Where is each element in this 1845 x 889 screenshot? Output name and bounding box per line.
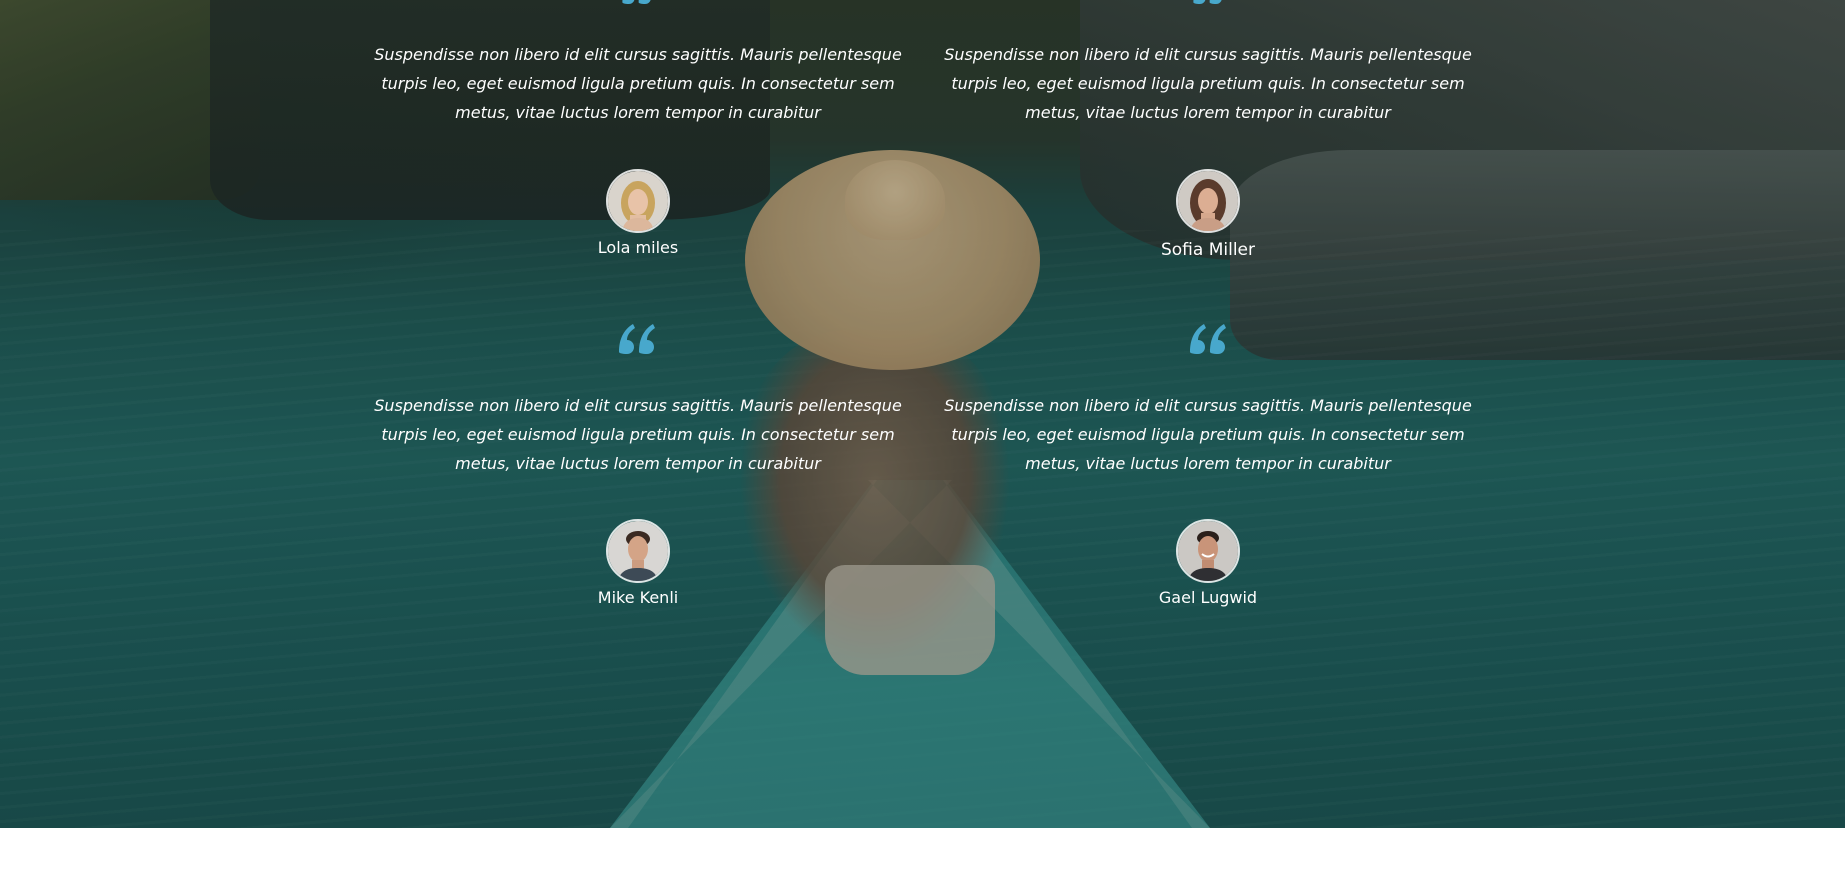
testimonials-section: Suspendisse non libero id elit cursus sa… — [0, 0, 1845, 828]
testimonial-card: Suspendisse non libero id elit cursus sa… — [938, 391, 1478, 611]
avatar — [606, 169, 670, 233]
quote-icon — [1193, 0, 1222, 4]
testimonial-text: Suspendisse non libero id elit cursus sa… — [944, 45, 1472, 122]
testimonial-card: Suspendisse non libero id elit cursus sa… — [368, 40, 908, 260]
testimonial-card: Suspendisse non libero id elit cursus sa… — [368, 391, 908, 611]
author-name: Lola miles — [597, 238, 679, 257]
author-name: Sofia Miller — [1160, 240, 1255, 260]
avatar — [1176, 519, 1240, 583]
quote-icon — [619, 324, 655, 354]
quote-icon — [622, 0, 651, 4]
avatar — [1176, 169, 1240, 233]
avatar — [606, 519, 670, 583]
dark-overlay — [0, 0, 1845, 828]
testimonial-text: Suspendisse non libero id elit cursus sa… — [374, 396, 902, 473]
testimonial-card: Suspendisse non libero id elit cursus sa… — [938, 40, 1478, 260]
author-name: Gael Lugwid — [1158, 588, 1258, 607]
testimonial-text: Suspendisse non libero id elit cursus sa… — [374, 45, 902, 122]
page-footer-space — [0, 828, 1845, 889]
author-name: Mike Kenli — [597, 588, 679, 607]
quote-icon — [1190, 324, 1226, 354]
testimonial-text: Suspendisse non libero id elit cursus sa… — [944, 396, 1472, 473]
